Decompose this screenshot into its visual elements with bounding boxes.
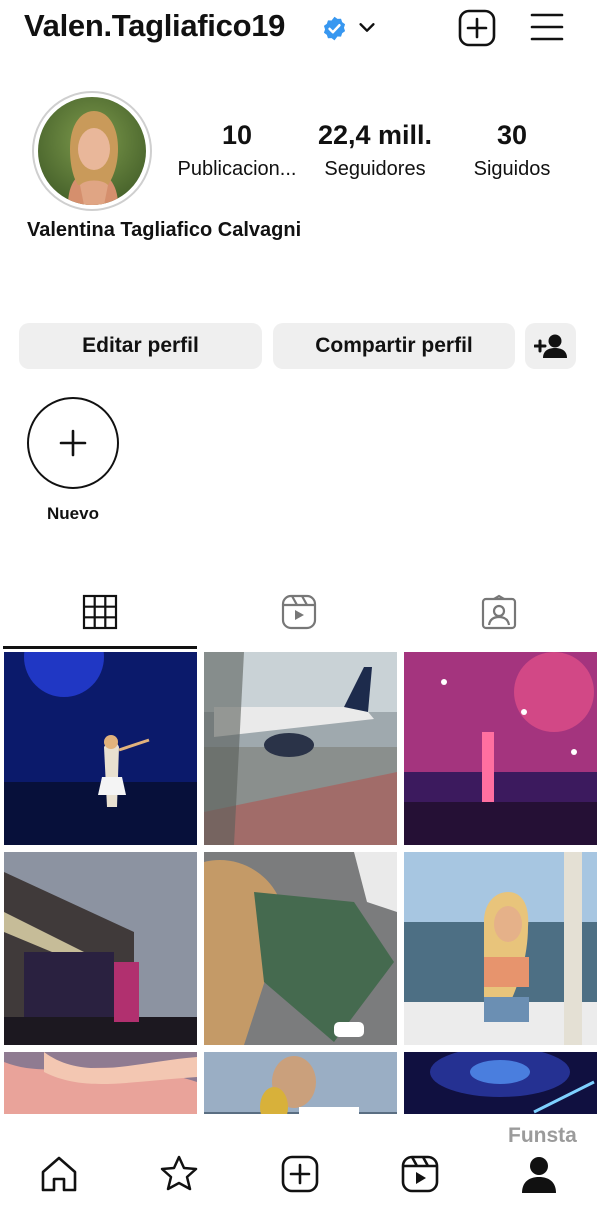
active-tab-indicator — [3, 646, 197, 649]
grid-photo-3[interactable] — [404, 652, 597, 845]
grid-photo-1[interactable] — [4, 652, 197, 845]
tagged-icon[interactable] — [481, 594, 517, 630]
add-user-button[interactable] — [525, 323, 576, 369]
plus-icon — [59, 429, 87, 457]
reels-tab-icon[interactable] — [281, 594, 317, 630]
grid-photo-7[interactable] — [4, 1052, 197, 1114]
avatar[interactable] — [38, 97, 146, 205]
favorites-icon[interactable] — [159, 1154, 199, 1194]
home-icon[interactable] — [39, 1154, 79, 1194]
create-icon[interactable] — [280, 1154, 320, 1194]
following-label: Siguidos — [473, 158, 551, 180]
watermark-text: Funsta — [508, 1124, 577, 1147]
new-highlight-label: Nuevo — [47, 504, 99, 523]
add-user-icon — [533, 334, 567, 358]
chevron-down-icon[interactable] — [356, 16, 378, 38]
grid-photo-6[interactable] — [404, 852, 597, 1045]
new-highlight-button[interactable] — [27, 397, 119, 489]
followers-label: Seguidores — [324, 158, 426, 180]
edit-profile-button[interactable]: Editar perfil — [19, 323, 262, 369]
menu-icon[interactable] — [530, 12, 564, 42]
share-profile-button[interactable]: Compartir perfil — [273, 323, 515, 369]
following-count: 30 — [496, 120, 528, 150]
profile-full-name: Valentina Tagliafico Calvagni — [27, 219, 302, 241]
grid-photo-4[interactable] — [4, 852, 197, 1045]
profile-icon[interactable] — [519, 1154, 559, 1194]
grid-photo-8[interactable] — [204, 1052, 397, 1114]
posts-count: 10 — [221, 120, 253, 150]
followers-count: 22,4 mill. — [317, 120, 433, 150]
profile-username[interactable]: Valen.Tagliafico19 — [24, 8, 285, 44]
verified-badge-icon — [323, 16, 346, 41]
grid-photo-5[interactable] — [204, 852, 397, 1045]
grid-photo-9[interactable] — [404, 1052, 597, 1114]
posts-label: Publicacion... — [177, 158, 297, 180]
photo-grid — [0, 652, 600, 1114]
reels-icon[interactable] — [400, 1154, 440, 1194]
grid-icon[interactable] — [82, 594, 118, 630]
posts-stat[interactable]: 10 Publicacion... — [168, 118, 306, 183]
following-stat[interactable]: 30 Siguidos — [462, 118, 562, 183]
top-bar: Valen.Tagliafico19 — [0, 0, 600, 60]
followers-stat[interactable]: 22,4 mill. Seguidores — [310, 118, 440, 183]
grid-photo-2[interactable] — [204, 652, 397, 845]
new-post-icon[interactable] — [458, 9, 496, 47]
